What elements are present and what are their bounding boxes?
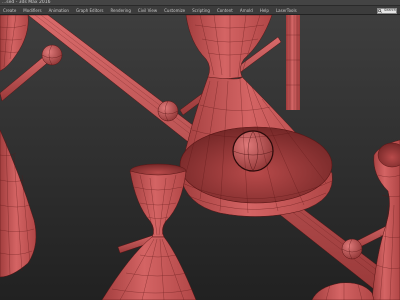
menu-modifiers[interactable]: Modifiers	[23, 6, 41, 15]
search-box[interactable]: Search	[377, 7, 397, 14]
main-menu: Create Modifiers Animation Graph Editors…	[3, 6, 304, 15]
app-window: ...sed - 3ds Max 2016 Create Modifiers A…	[0, 0, 400, 300]
menu-lasertools[interactable]: LaserTools	[276, 6, 297, 15]
menu-content[interactable]: Content	[217, 6, 233, 15]
viewport-canvas[interactable]	[0, 15, 400, 300]
menu-animation[interactable]: Animation	[49, 6, 69, 15]
menu-scripting[interactable]: Scripting	[192, 6, 210, 15]
menu-rendering[interactable]: Rendering	[110, 6, 130, 15]
menu-help[interactable]: Help	[260, 6, 269, 15]
menu-civil-view[interactable]: Civil View	[138, 6, 157, 15]
menu-customize[interactable]: Customize	[164, 6, 185, 15]
menu-graph-editors[interactable]: Graph Editors	[76, 6, 103, 15]
search-placeholder: Search	[383, 8, 396, 12]
menu-create[interactable]: Create	[3, 6, 16, 15]
viewport-perspective[interactable]	[0, 15, 400, 300]
menu-bar: Create Modifiers Animation Graph Editors…	[0, 6, 400, 15]
menu-arnold[interactable]: Arnold	[240, 6, 253, 15]
vertical-rod	[286, 15, 300, 110]
